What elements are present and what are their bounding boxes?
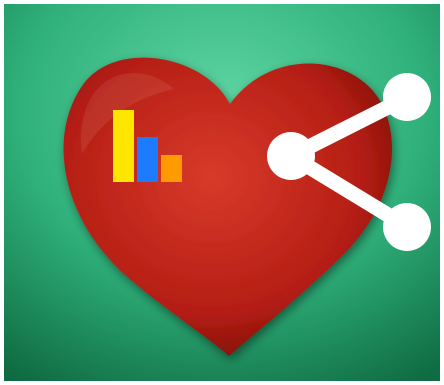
share-node-top [383, 73, 431, 121]
health-share-app-icon[interactable] [4, 4, 440, 381]
app-icon-graphic [4, 4, 440, 381]
bar-orange [161, 155, 182, 182]
share-node-bottom [383, 203, 431, 251]
bar-yellow [113, 110, 134, 182]
bar-blue [137, 137, 158, 182]
icon-frame [0, 0, 444, 385]
share-node-left [267, 132, 315, 180]
